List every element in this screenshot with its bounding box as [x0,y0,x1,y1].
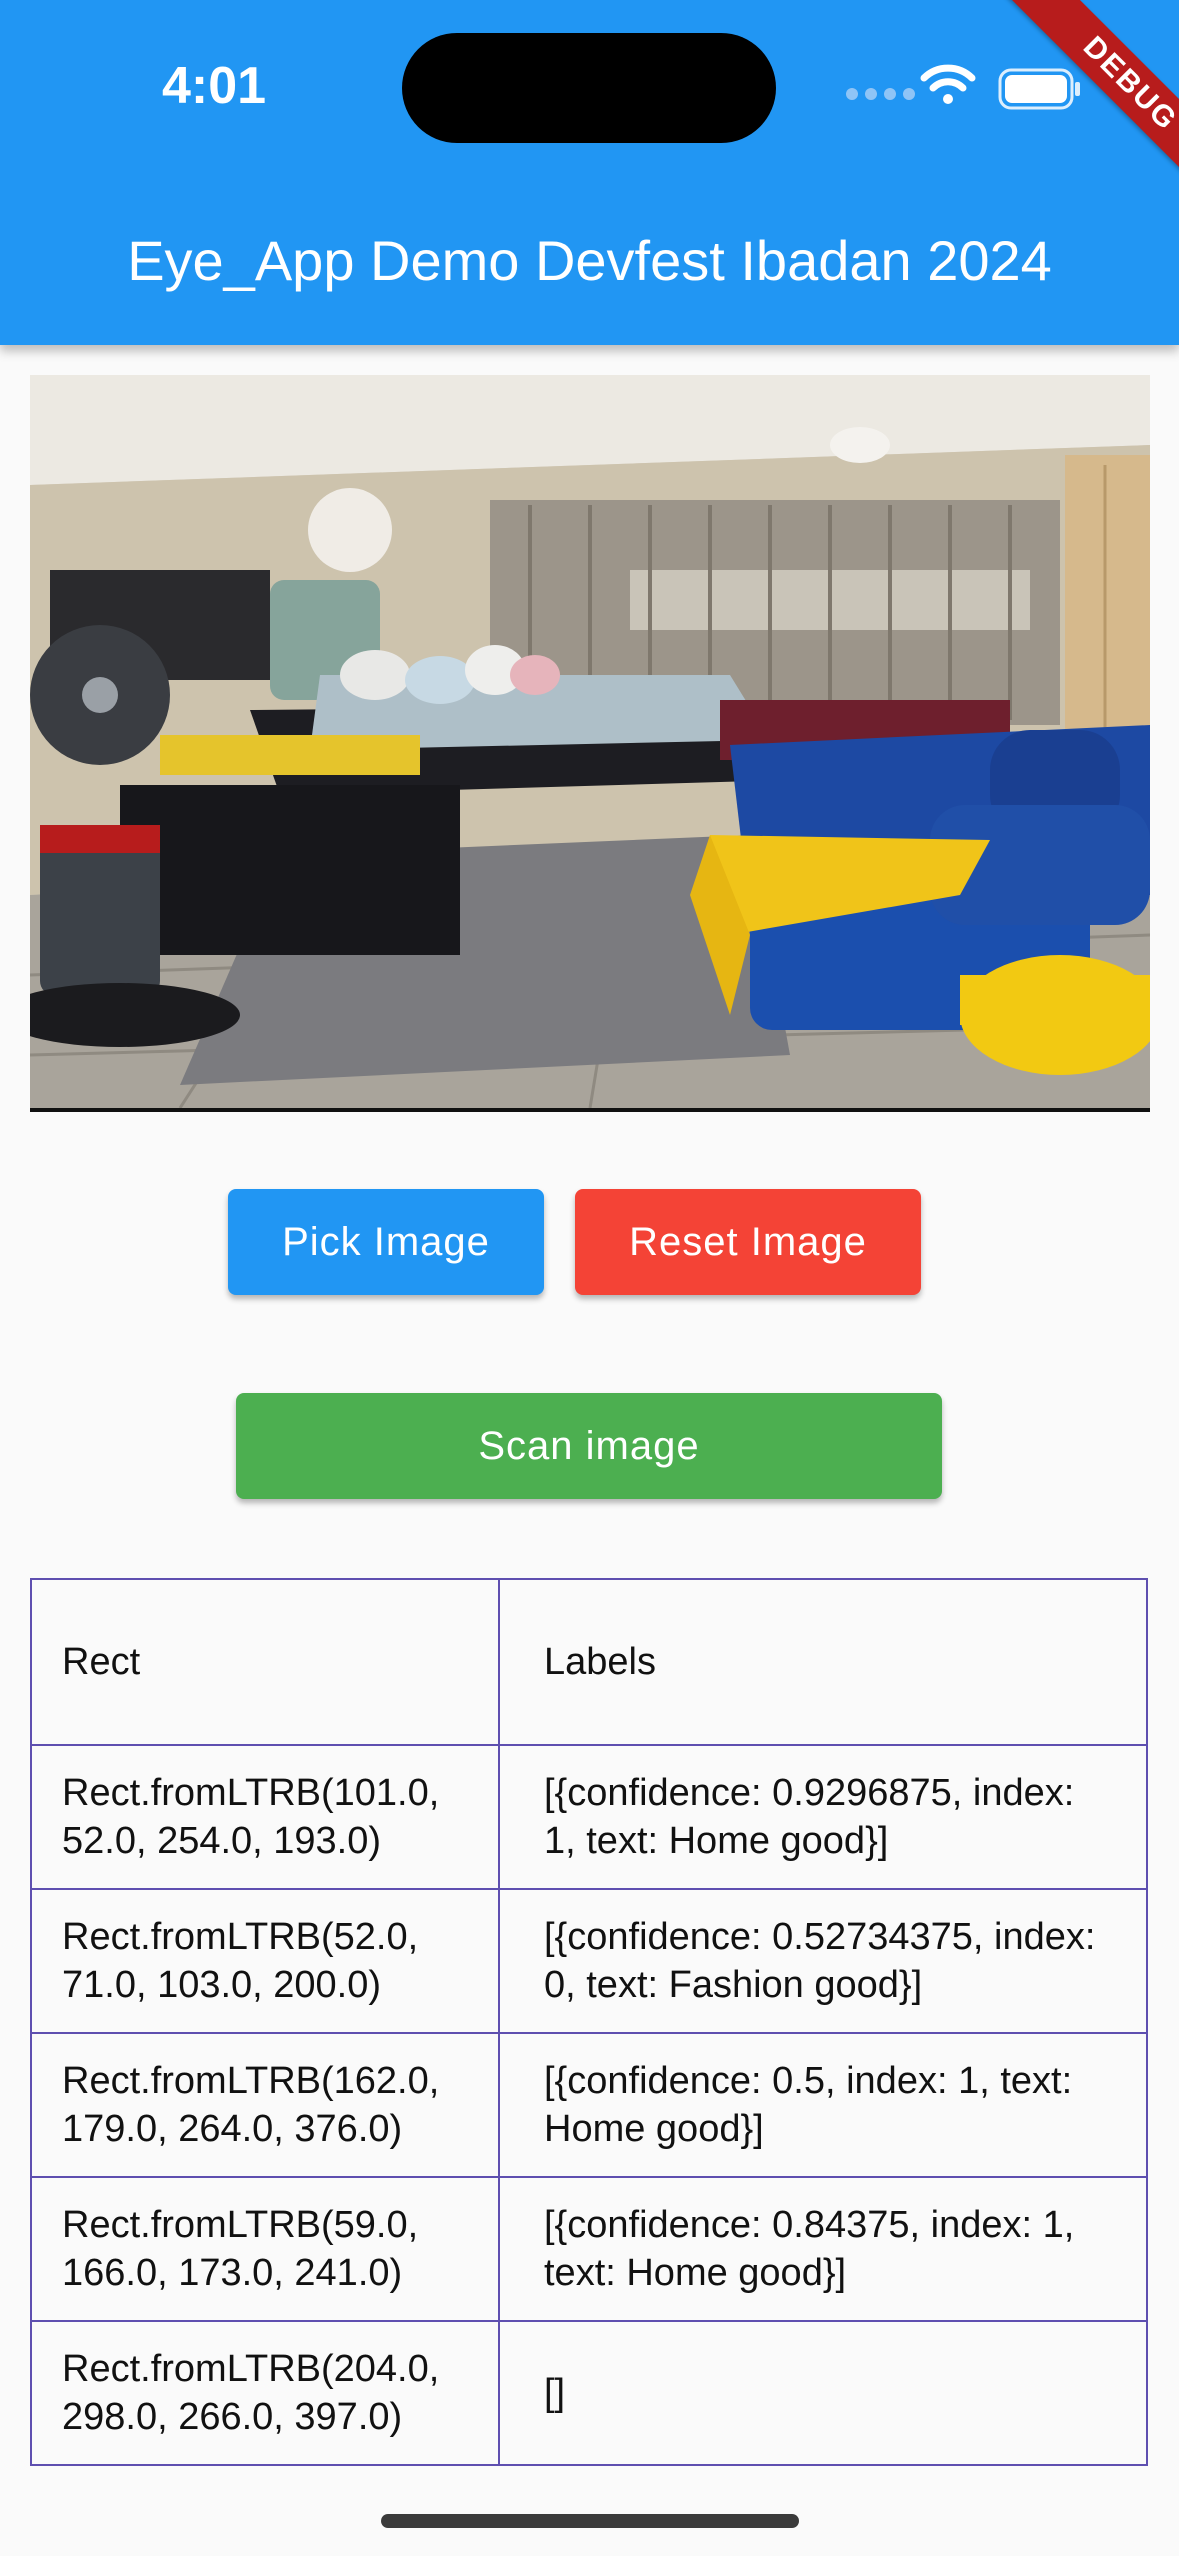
table-row: Rect.fromLTRB(59.0, 166.0, 173.0, 241.0)… [30,2176,1148,2322]
labels-cell: [{confidence: 0.52734375, index: 0, text… [498,1888,1148,2034]
table-row: Rect.fromLTRB(162.0, 179.0, 264.0, 376.0… [30,2032,1148,2178]
table-row: Rect.fromLTRB(101.0, 52.0, 254.0, 193.0)… [30,1744,1148,1890]
results-table: Rect Labels Rect.fromLTRB(101.0, 52.0, 2… [30,1578,1148,2466]
rect-cell: Rect.fromLTRB(204.0, 298.0, 266.0, 397.0… [30,2320,500,2466]
column-header-labels: Labels [498,1578,1148,1746]
battery-icon [998,68,1080,110]
labels-cell: [] [498,2320,1148,2466]
labels-cell: [{confidence: 0.9296875, index: 1, text:… [498,1744,1148,1890]
labels-cell: [{confidence: 0.84375, index: 1, text: H… [498,2176,1148,2322]
selected-image [30,375,1150,1112]
status-time: 4:01 [162,57,267,115]
page-title: Eye_App Demo Devfest Ibadan 2024 [127,229,1052,292]
table-row: Rect.fromLTRB(204.0, 298.0, 266.0, 397.0… [30,2320,1148,2466]
pick-image-button[interactable]: Pick Image [228,1189,544,1295]
rect-cell: Rect.fromLTRB(52.0, 71.0, 103.0, 200.0) [30,1888,500,2034]
table-header-row: Rect Labels [30,1578,1148,1746]
home-indicator[interactable] [381,2514,799,2528]
rect-cell: Rect.fromLTRB(162.0, 179.0, 264.0, 376.0… [30,2032,500,2178]
app-bar: 4:01 DEBUG Eye_App Demo Devfest Ibadan 2… [0,0,1179,345]
cellular-signal-icon [846,88,915,100]
rect-cell: Rect.fromLTRB(59.0, 166.0, 173.0, 241.0) [30,2176,500,2322]
scan-image-button[interactable]: Scan image [236,1393,942,1499]
dynamic-island [402,33,776,143]
rect-cell: Rect.fromLTRB(101.0, 52.0, 254.0, 193.0) [30,1744,500,1890]
labels-cell: [{confidence: 0.5, index: 1, text: Home … [498,2032,1148,2178]
table-row: Rect.fromLTRB(52.0, 71.0, 103.0, 200.0) … [30,1888,1148,2034]
wifi-icon [920,64,976,104]
reset-image-button[interactable]: Reset Image [575,1189,921,1295]
column-header-rect: Rect [30,1578,500,1746]
